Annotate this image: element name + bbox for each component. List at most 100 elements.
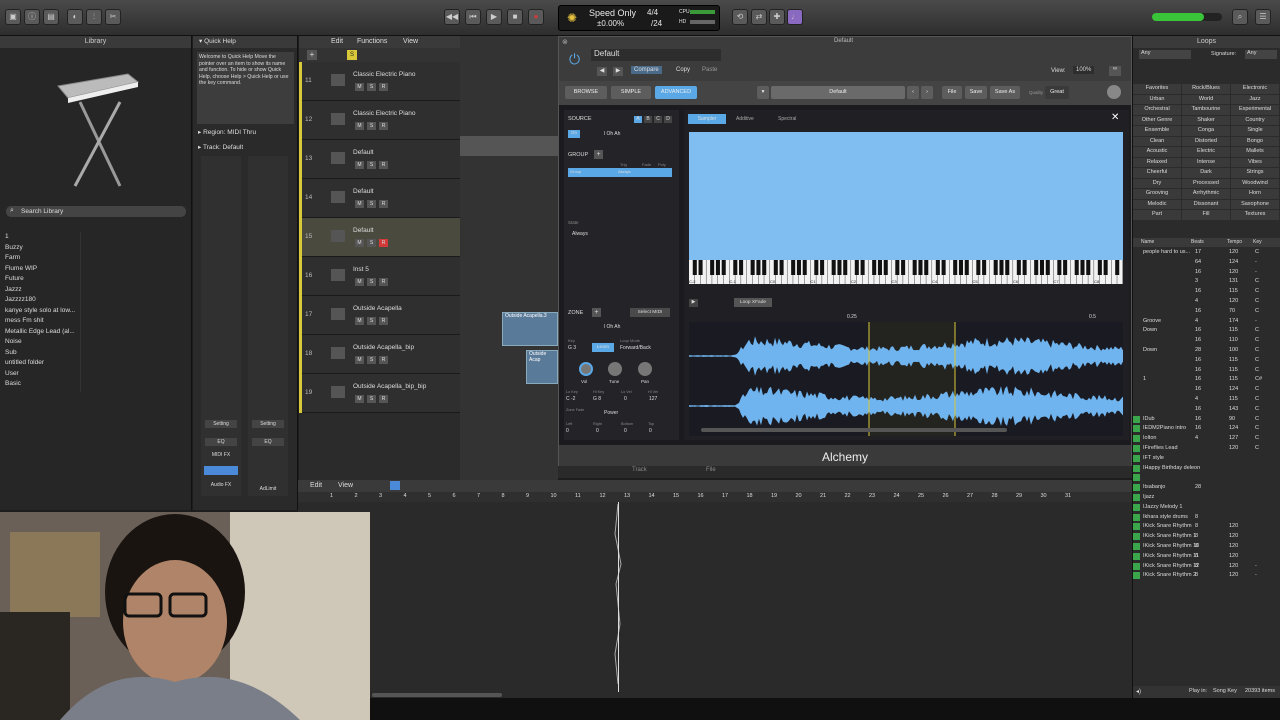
- lo-vel-value[interactable]: 0: [624, 396, 627, 402]
- loop-row[interactable]: Iolton 4 127 C: [1133, 434, 1280, 444]
- replace-icon[interactable]: ⇄: [751, 9, 767, 25]
- spectral-tab[interactable]: Spectral: [778, 116, 796, 122]
- black-key[interactable]: [1039, 260, 1045, 275]
- keyword-button[interactable]: Tambourine: [1182, 105, 1230, 115]
- preset-menu-icon[interactable]: ▾: [757, 86, 769, 99]
- black-key[interactable]: [895, 260, 900, 275]
- loop-row[interactable]: 16 70 C: [1133, 307, 1280, 317]
- record-enable-button[interactable]: R: [379, 83, 388, 91]
- loop-row[interactable]: Down 16 115 C: [1133, 326, 1280, 336]
- region-midi[interactable]: [460, 136, 558, 156]
- black-key[interactable]: [843, 260, 848, 275]
- track-header[interactable]: 14 Default M S R: [299, 179, 460, 218]
- paste-button[interactable]: Paste: [702, 67, 717, 73]
- loop-row[interactable]: 64 124 -: [1133, 258, 1280, 268]
- col-beats[interactable]: Beats: [1191, 239, 1204, 245]
- black-key[interactable]: [935, 260, 940, 275]
- close-editor-icon[interactable]: ✕: [1111, 112, 1119, 123]
- next-preset-icon[interactable]: ▶: [613, 67, 623, 76]
- sampler-tab[interactable]: Sampler: [688, 114, 726, 124]
- loop-row[interactable]: 16 110 C: [1133, 336, 1280, 346]
- black-key[interactable]: [1022, 260, 1027, 275]
- solo-button[interactable]: S: [367, 356, 376, 364]
- track-name[interactable]: Inst 5: [353, 266, 369, 273]
- loop-row[interactable]: Groove 4 174 -: [1133, 317, 1280, 327]
- record-enable-button[interactable]: R: [379, 356, 388, 364]
- black-key[interactable]: [773, 260, 778, 275]
- search-icon[interactable]: ⌕: [1232, 9, 1248, 25]
- black-key[interactable]: [1103, 260, 1108, 275]
- loop-row[interactable]: IKick Snare Rhythm 1 8 120: [1133, 532, 1280, 542]
- solo-button[interactable]: S: [367, 83, 376, 91]
- record-enable-button[interactable]: R: [379, 122, 388, 130]
- mute-button[interactable]: M: [355, 161, 364, 169]
- col-tempo[interactable]: Tempo: [1227, 239, 1242, 245]
- record-enable-button[interactable]: R: [379, 239, 388, 247]
- loop-row[interactable]: IKick Snare Rhythm 2 8 120 -: [1133, 571, 1280, 581]
- metronome-icon[interactable]: ♩: [787, 9, 803, 25]
- loop-row[interactable]: IFT style: [1133, 454, 1280, 464]
- prev-icon[interactable]: ‹: [907, 86, 919, 99]
- adlimit-label[interactable]: AdLimit: [252, 486, 284, 494]
- record-enable-button[interactable]: R: [379, 317, 388, 325]
- edit-menu[interactable]: Edit: [331, 38, 343, 45]
- library-toggle-icon[interactable]: ▣: [5, 9, 21, 25]
- solo-button[interactable]: S: [367, 161, 376, 169]
- keyword-button[interactable]: Cheerful: [1133, 168, 1181, 178]
- black-key[interactable]: [953, 260, 958, 275]
- black-key[interactable]: [762, 260, 767, 275]
- library-item[interactable]: Jazzzz180: [0, 295, 90, 306]
- black-key[interactable]: [872, 260, 877, 275]
- loop-row[interactable]: Ikhara style drums 8: [1133, 513, 1280, 523]
- black-key[interactable]: [756, 260, 761, 275]
- record-enable-button[interactable]: R: [379, 161, 388, 169]
- close-window-icon[interactable]: ⊗: [562, 38, 568, 46]
- library-item[interactable]: Basic: [0, 379, 90, 390]
- library-search-field[interactable]: ⌕ Search Library: [6, 206, 186, 217]
- keyword-button[interactable]: Dry: [1133, 178, 1181, 188]
- track-header[interactable]: 13 Default M S R: [299, 140, 460, 179]
- state-select[interactable]: Always: [572, 231, 588, 237]
- quality-select[interactable]: Great: [1045, 86, 1069, 99]
- track-name[interactable]: Classic Electric Piano: [353, 71, 416, 78]
- zone-name[interactable]: l Oh Ah: [604, 324, 620, 330]
- library-item[interactable]: Metallic Edge Lead (al...: [0, 327, 90, 338]
- library-item[interactable]: Sub: [0, 348, 90, 359]
- key-value[interactable]: G 3: [568, 345, 576, 351]
- horizontal-scrollbar[interactable]: [372, 693, 502, 697]
- black-key[interactable]: [993, 260, 998, 275]
- keyword-button[interactable]: Rock/Blues: [1182, 84, 1230, 94]
- loop-row[interactable]: 4 115 C: [1133, 395, 1280, 405]
- keyword-button[interactable]: Other Genre: [1133, 115, 1181, 125]
- keyword-button[interactable]: Bongo: [1231, 136, 1279, 146]
- loop-xfade-button[interactable]: Loop XFade: [734, 298, 772, 307]
- save-button[interactable]: Save: [965, 86, 987, 99]
- mute-button[interactable]: M: [355, 122, 364, 130]
- group-row[interactable]: Group Always: [568, 168, 672, 177]
- black-key[interactable]: [692, 260, 697, 275]
- rewind-icon[interactable]: ◀◀: [444, 9, 460, 25]
- waveform-display[interactable]: [689, 322, 1123, 436]
- black-key[interactable]: [791, 260, 796, 275]
- power-icon[interactable]: ⏻: [569, 51, 580, 68]
- black-key[interactable]: [1086, 260, 1091, 275]
- source-on-button[interactable]: On: [568, 130, 580, 138]
- solo-button[interactable]: S: [367, 317, 376, 325]
- setting-button-2[interactable]: Setting: [252, 420, 284, 428]
- loop-row[interactable]: IEDM2Piano intro 16 124 C: [1133, 424, 1280, 434]
- loop-row[interactable]: 4 120 C: [1133, 297, 1280, 307]
- playhead[interactable]: [618, 502, 619, 692]
- setting-button-1[interactable]: Setting: [205, 420, 237, 428]
- black-key[interactable]: [877, 260, 882, 275]
- black-key[interactable]: [918, 260, 923, 275]
- solo-button[interactable]: S: [367, 200, 376, 208]
- black-key[interactable]: [999, 260, 1004, 275]
- hi-key-value[interactable]: G 8: [593, 396, 601, 402]
- master-knob[interactable]: [1107, 85, 1121, 99]
- track-header[interactable]: 16 Inst 5 MSR: [299, 257, 460, 296]
- editor-edit-menu[interactable]: Edit: [310, 482, 322, 489]
- track-header[interactable]: 15 Default M S R: [299, 218, 460, 257]
- save-as-button[interactable]: Save As: [990, 86, 1020, 99]
- loop-row[interactable]: 16 115 C: [1133, 287, 1280, 297]
- black-key[interactable]: [837, 260, 842, 275]
